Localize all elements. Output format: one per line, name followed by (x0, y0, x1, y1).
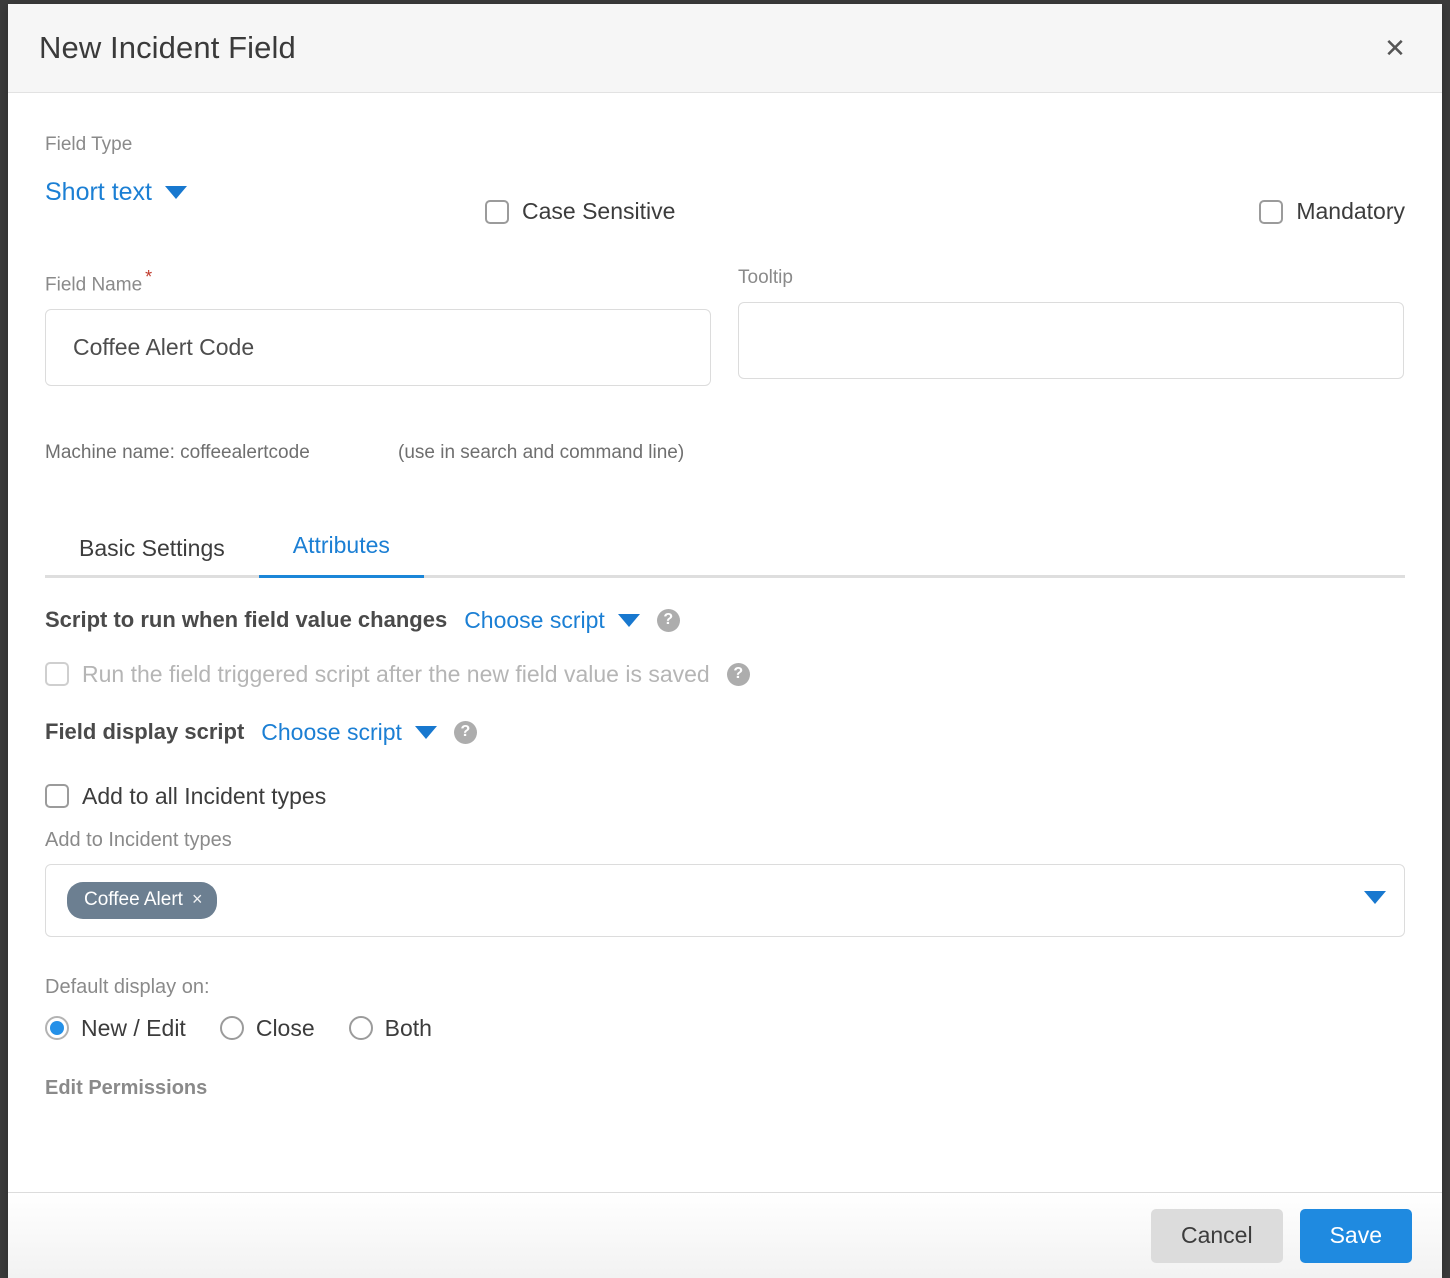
chevron-down-icon (617, 613, 640, 627)
machine-name-text: Machine name: coffeealertcode (45, 441, 310, 463)
add-to-all-types-label: Add to all Incident types (82, 782, 327, 809)
save-button[interactable]: Save (1299, 1208, 1412, 1263)
radio-new-edit[interactable]: New / Edit (45, 1015, 186, 1042)
field-type-group: Field Type Short text (45, 134, 485, 207)
field-display-script-row: Field display script Choose script ? (45, 719, 1405, 746)
tooltip-group: Tooltip (738, 267, 1404, 386)
radio-box (45, 1016, 69, 1041)
add-to-all-types-checkbox[interactable]: Add to all Incident types (45, 783, 326, 810)
tooltip-label: Tooltip (738, 266, 793, 288)
radio-box (348, 1016, 373, 1041)
chip-remove-icon[interactable]: × (192, 889, 203, 910)
add-to-all-types-row: Add to all Incident types (45, 783, 1405, 810)
radio-both[interactable]: Both (348, 1014, 432, 1042)
field-name-label: Field Name * (45, 267, 711, 296)
cancel-button[interactable]: Cancel (1150, 1208, 1283, 1263)
add-to-types-multiselect[interactable]: Coffee Alert × (45, 863, 1405, 937)
field-type-label: Field Type (45, 134, 133, 155)
radio-both-label: Both (384, 1014, 432, 1041)
radio-close[interactable]: Close (219, 1014, 315, 1042)
case-sensitive-group: Case Sensitive (485, 134, 1259, 229)
mandatory-group: Mandatory (1259, 134, 1405, 229)
chevron-down-icon (414, 725, 437, 739)
script-on-change-label: Script to run when field value changes (45, 607, 448, 633)
dialog-footer: Cancel Save (8, 1192, 1442, 1278)
close-icon[interactable]: ✕ (1378, 31, 1412, 65)
field-display-script-label: Field display script (45, 719, 245, 745)
run-after-save-checkbox[interactable]: Run the field triggered script after the… (45, 661, 710, 688)
field-type-row: Field Type Short text Case Sensitive Man… (45, 93, 1405, 229)
chip-label: Coffee Alert (84, 888, 183, 910)
machine-name-row: Machine name: coffeealertcode (use in se… (45, 442, 1405, 464)
field-name-label-text: Field Name (45, 273, 143, 295)
mandatory-label: Mandatory (1296, 198, 1405, 224)
tooltip-input[interactable] (738, 301, 1404, 379)
default-display-radio-group: New / Edit Close Both (45, 1015, 1405, 1042)
chevron-down-icon (165, 186, 187, 199)
field-name-input[interactable] (45, 308, 711, 386)
chevron-down-icon (1364, 891, 1386, 905)
required-marker: * (145, 266, 153, 287)
edit-permissions-label: Edit Permissions (45, 1076, 208, 1099)
field-display-script-dropdown[interactable]: Choose script (261, 719, 437, 746)
run-after-save-label: Run the field triggered script after the… (82, 660, 710, 687)
tab-bar: Basic Settings Attributes (45, 518, 1405, 578)
checkbox-box (45, 662, 69, 687)
script-on-change-dropdown[interactable]: Choose script (464, 607, 640, 634)
help-icon[interactable]: ? (656, 608, 680, 632)
field-type-dropdown[interactable]: Short text (45, 178, 187, 207)
mandatory-checkbox[interactable]: Mandatory (1259, 198, 1405, 225)
case-sensitive-label: Case Sensitive (522, 198, 676, 224)
case-sensitive-checkbox[interactable]: Case Sensitive (485, 198, 675, 225)
default-display-label: Default display on: (45, 975, 210, 998)
machine-name-hint: (use in search and command line) (398, 441, 685, 463)
checkbox-box (1259, 199, 1284, 224)
page-title: New Incident Field (39, 30, 296, 65)
tab-basic-settings[interactable]: Basic Settings (45, 535, 259, 578)
radio-new-edit-label: New / Edit (81, 1014, 186, 1041)
dialog-header: New Incident Field ✕ (8, 4, 1442, 93)
new-incident-field-dialog: New Incident Field ✕ Field Type Short te… (8, 4, 1442, 1278)
field-type-dropdown-value: Short text (45, 178, 152, 206)
help-icon[interactable]: ? (453, 720, 477, 744)
dialog-body: Field Type Short text Case Sensitive Man… (8, 93, 1442, 1192)
name-tooltip-row: Field Name* Tooltip (45, 267, 1405, 386)
checkbox-box (45, 784, 69, 809)
add-to-types-label: Add to Incident types (45, 828, 232, 851)
script-on-change-row: Script to run when field value changes C… (45, 607, 1405, 634)
field-display-script-value: Choose script (261, 718, 402, 745)
multiselect-caret-wrap[interactable] (1364, 891, 1386, 909)
chip-coffee-alert[interactable]: Coffee Alert × (67, 881, 218, 919)
script-on-change-value: Choose script (464, 606, 605, 633)
checkbox-box (485, 199, 509, 224)
help-icon[interactable]: ? (726, 662, 750, 686)
field-name-group: Field Name * (45, 267, 711, 386)
radio-close-label: Close (255, 1014, 315, 1041)
radio-box (219, 1016, 244, 1041)
tab-attributes[interactable]: Attributes (258, 532, 424, 578)
run-after-save-row: Run the field triggered script after the… (45, 661, 1405, 688)
